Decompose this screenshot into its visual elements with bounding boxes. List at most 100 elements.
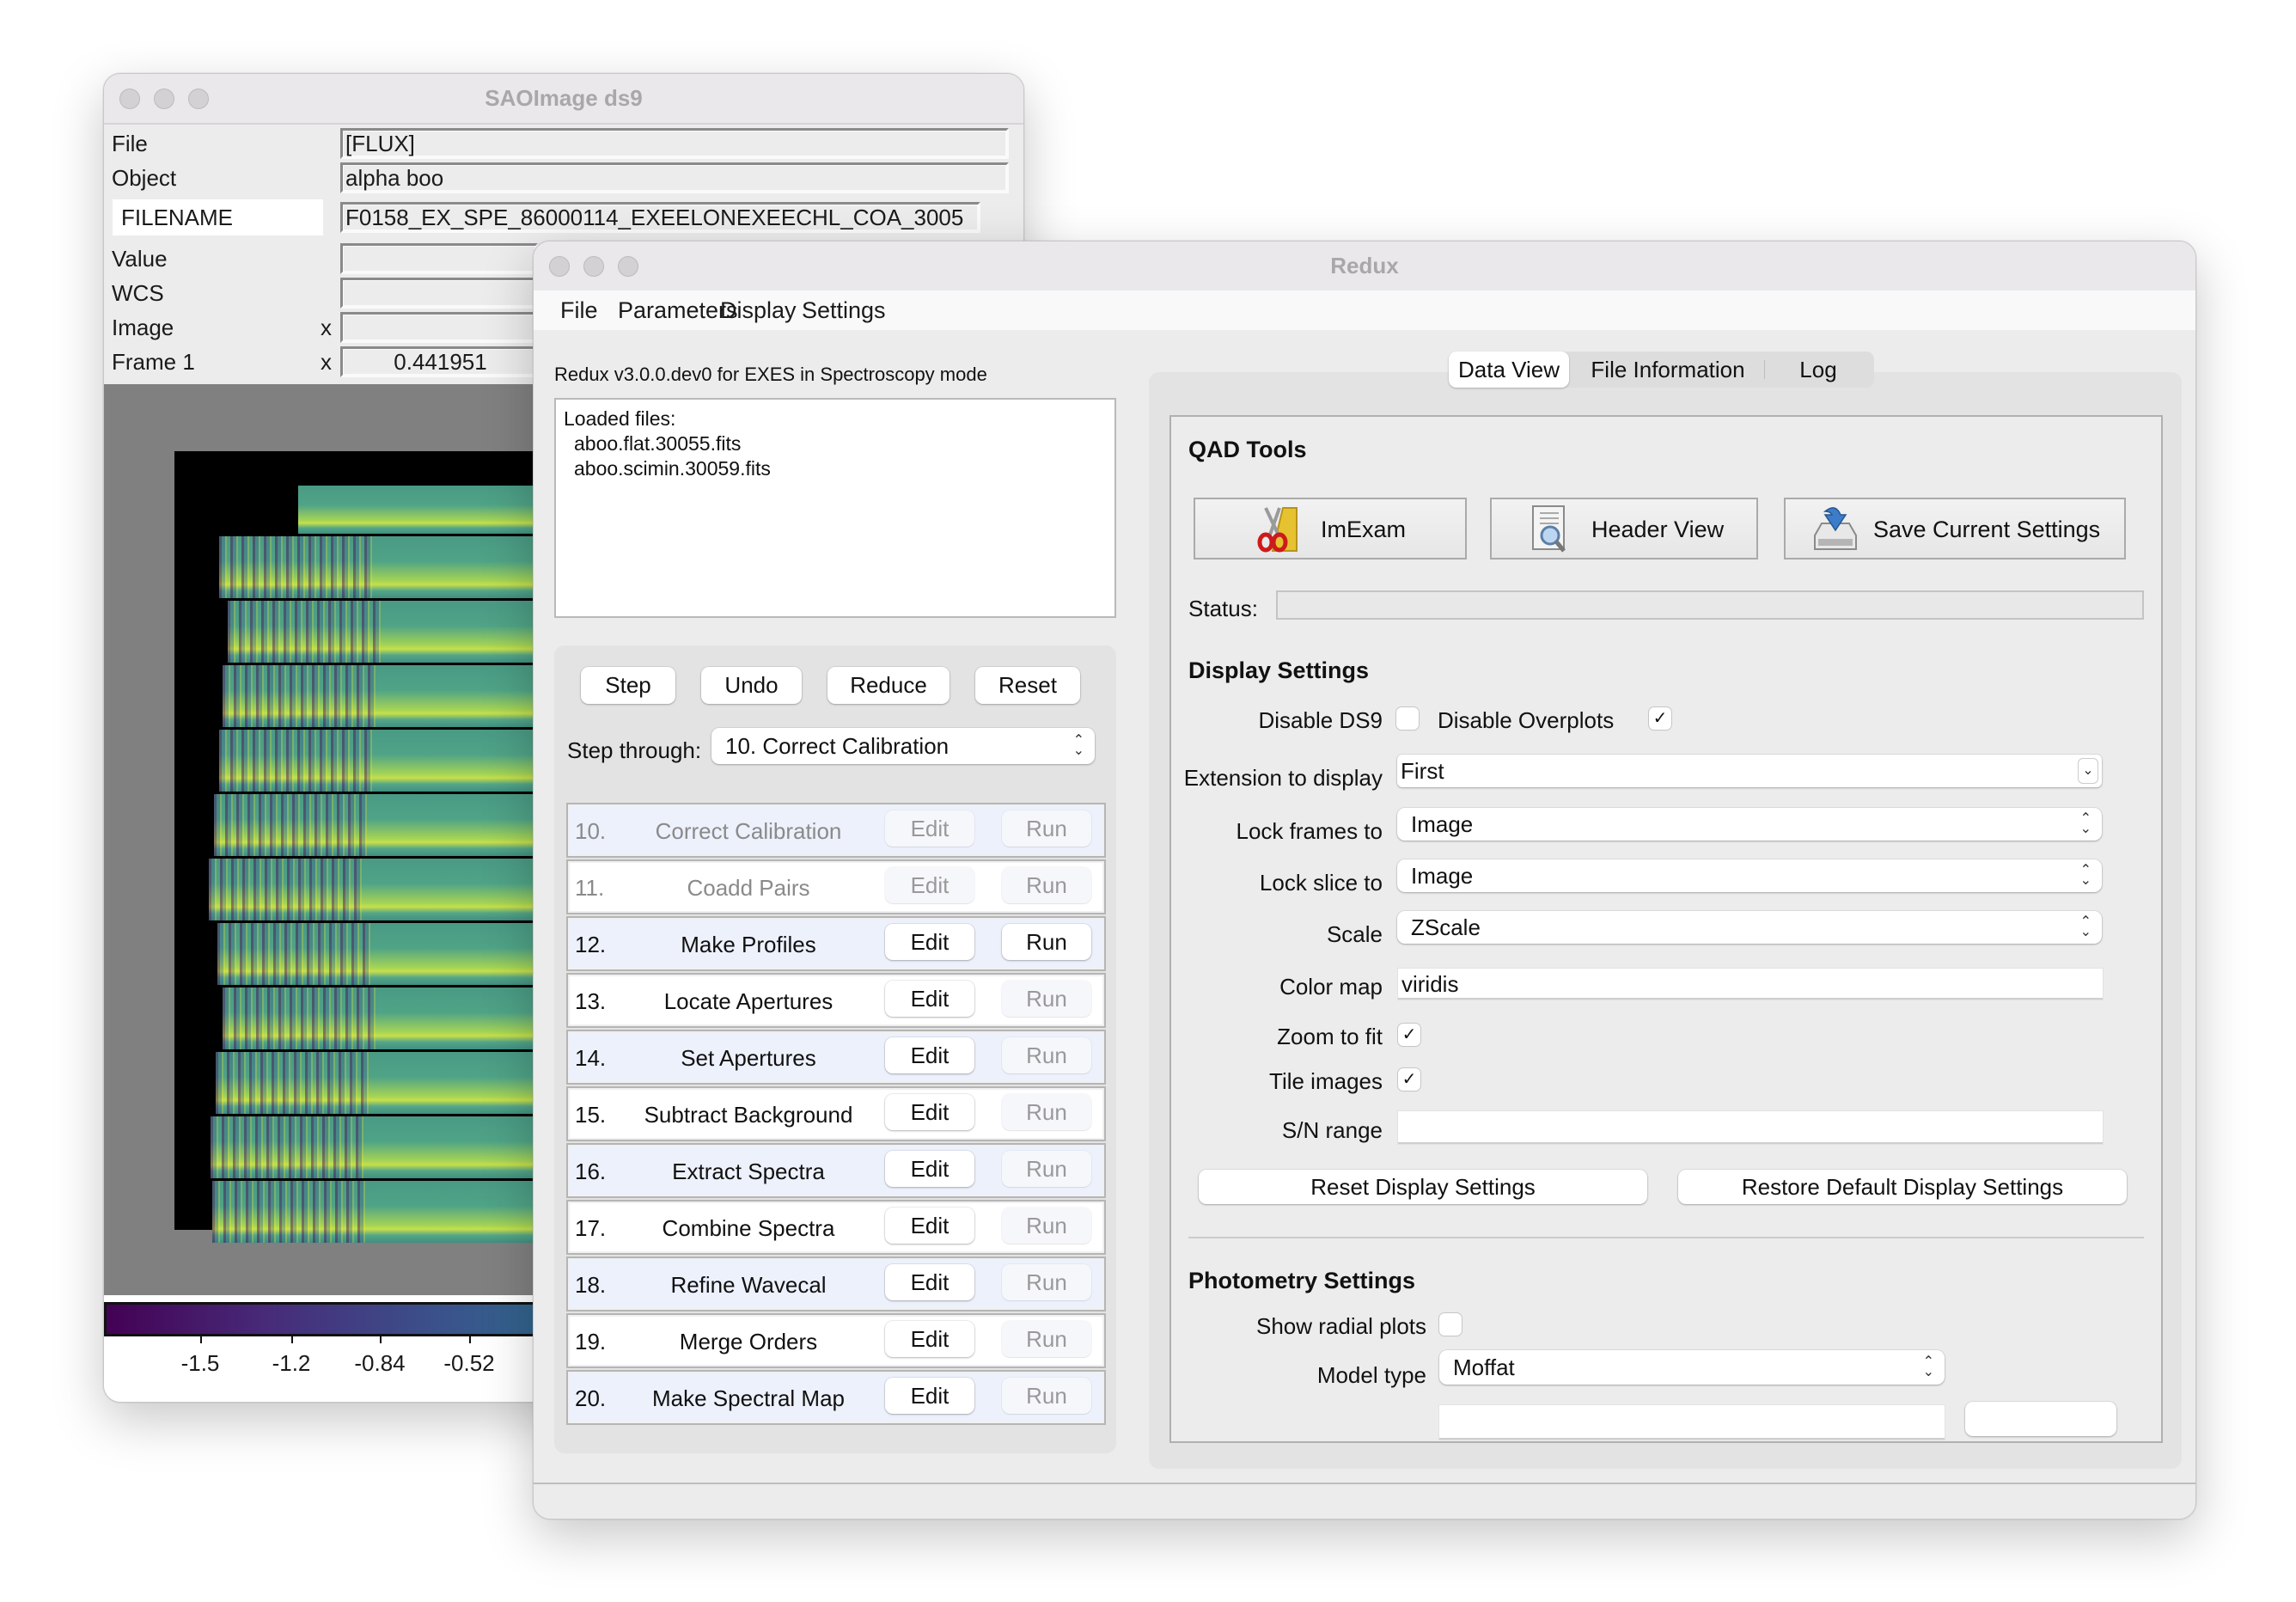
- data-view-scroll-area[interactable]: QAD Tools ImExam Header View Save Curren…: [1169, 415, 2163, 1443]
- tab-file-information[interactable]: File Information: [1578, 352, 1758, 388]
- step-edit-button[interactable]: Edit: [885, 1264, 974, 1300]
- menu-display[interactable]: Display: [720, 297, 797, 324]
- sn-range-input[interactable]: [1398, 1111, 2103, 1144]
- image-axis-label: x: [321, 315, 332, 340]
- header-view-label: Header View: [1591, 517, 1725, 542]
- save-download-icon: [1814, 507, 1857, 550]
- colorbar-tick-label: -0.52: [443, 1350, 495, 1376]
- extension-combobox[interactable]: First ⌄: [1397, 755, 2102, 787]
- step-run-button[interactable]: Run: [1002, 1378, 1091, 1414]
- zoom-to-fit-label: Zoom to fit: [1277, 1024, 1383, 1049]
- lock-frames-select[interactable]: Image ⌃ ⌄: [1397, 808, 2102, 841]
- step-run-button[interactable]: Run: [1002, 981, 1091, 1017]
- step-number: 14.: [575, 1045, 607, 1071]
- disable-ds9-checkbox[interactable]: [1396, 707, 1419, 730]
- status-label: Status:: [1188, 596, 1258, 621]
- scale-select[interactable]: ZScale ⌃ ⌄: [1397, 911, 2102, 944]
- step-edit-button[interactable]: Edit: [885, 1094, 974, 1130]
- filename-field: F0158_EX_SPE_86000114_EXEELONEXEECHL_COA…: [340, 202, 980, 233]
- checkmark-icon: ✓: [1652, 709, 1668, 728]
- step-run-button[interactable]: Run: [1002, 924, 1091, 960]
- step-run-button[interactable]: Run: [1002, 1208, 1091, 1244]
- step-edit-button[interactable]: Edit: [885, 1208, 974, 1244]
- window-title: Redux: [1330, 253, 1399, 278]
- restore-default-display-settings-button[interactable]: Restore Default Display Settings: [1678, 1170, 2127, 1204]
- loaded-file: aboo.scimin.30059.fits: [574, 457, 771, 480]
- zoom-to-fit-checkbox[interactable]: ✓: [1398, 1024, 1420, 1046]
- colorbar-tick-label: -1.2: [272, 1350, 311, 1376]
- imexam-label: ImExam: [1321, 517, 1407, 542]
- undo-button[interactable]: Undo: [701, 667, 802, 704]
- step-row: 20. Make Spectral Map Edit Run: [566, 1370, 1106, 1425]
- qad-tools-title: QAD Tools: [1188, 437, 1307, 462]
- order-noise-edge: [211, 1116, 365, 1178]
- step-edit-button[interactable]: Edit: [885, 1037, 974, 1073]
- step-edit-button[interactable]: Edit: [885, 810, 974, 847]
- order-noise-edge: [209, 859, 363, 920]
- imexam-button[interactable]: ImExam: [1194, 498, 1467, 559]
- step-edit-button[interactable]: Edit: [885, 867, 974, 903]
- redux-titlebar[interactable]: Redux: [534, 242, 2195, 292]
- dropdown-chevron-icon[interactable]: ⌄: [2078, 758, 2098, 784]
- lock-frames-value: Image: [1411, 811, 1474, 837]
- step-number: 18.: [575, 1272, 607, 1298]
- file-field: [FLUX]: [340, 128, 1009, 159]
- step-edit-button[interactable]: Edit: [885, 981, 974, 1017]
- lock-slice-select[interactable]: Image ⌃ ⌄: [1397, 859, 2102, 892]
- step-run-button[interactable]: Run: [1002, 810, 1091, 847]
- show-radial-plots-checkbox[interactable]: [1439, 1313, 1462, 1336]
- file-label: File: [112, 131, 148, 156]
- extension-value: First: [1401, 758, 1444, 784]
- step-run-button[interactable]: Run: [1002, 1151, 1091, 1187]
- keyword-selector[interactable]: FILENAME: [113, 199, 323, 235]
- step-number: 20.: [575, 1385, 607, 1411]
- lock-frames-label: Lock frames to: [1236, 818, 1383, 844]
- step-number: 17.: [575, 1215, 607, 1241]
- step-run-button[interactable]: Run: [1002, 1264, 1091, 1300]
- ds9-titlebar[interactable]: SAOImage ds9: [104, 74, 1023, 125]
- partial-input-field[interactable]: [1439, 1405, 1945, 1440]
- step-run-button[interactable]: Run: [1002, 1094, 1091, 1130]
- color-map-input[interactable]: viridis: [1398, 969, 2103, 1000]
- save-current-settings-button[interactable]: Save Current Settings: [1784, 498, 2126, 559]
- step-edit-button[interactable]: Edit: [885, 1378, 974, 1414]
- header-view-button[interactable]: Header View: [1490, 498, 1758, 559]
- disable-overplots-label: Disable Overplots: [1438, 707, 1615, 733]
- value-label: Value: [112, 246, 168, 272]
- menu-file[interactable]: File: [560, 297, 598, 324]
- order-noise-edge: [216, 1052, 370, 1114]
- step-button[interactable]: Step: [581, 667, 675, 704]
- step-run-button[interactable]: Run: [1002, 867, 1091, 903]
- reduce-button[interactable]: Reduce: [827, 667, 950, 704]
- step-name: Make Profiles: [681, 932, 816, 957]
- order-noise-edge: [223, 665, 377, 727]
- step-through-select[interactable]: 10. Correct Calibration ⌃ ⌄: [711, 728, 1095, 764]
- image-field: [340, 312, 538, 343]
- order-noise-edge: [228, 601, 382, 663]
- step-name: Set Apertures: [681, 1045, 816, 1071]
- reset-button[interactable]: Reset: [975, 667, 1080, 704]
- tile-images-checkbox[interactable]: ✓: [1398, 1068, 1420, 1091]
- step-edit-button[interactable]: Edit: [885, 1321, 974, 1357]
- loaded-file: aboo.flat.30055.fits: [574, 432, 742, 455]
- step-edit-button[interactable]: Edit: [885, 924, 974, 960]
- loaded-files-box[interactable]: Loaded files: aboo.flat.30055.fits aboo.…: [554, 398, 1116, 618]
- photometry-settings-title: Photometry Settings: [1188, 1268, 1416, 1293]
- step-row: 14. Set Apertures Edit Run: [566, 1030, 1106, 1085]
- tab-data-view[interactable]: Data View: [1449, 352, 1569, 388]
- updown-chevron-icon: ⌃ ⌄: [2079, 811, 2091, 836]
- tab-log[interactable]: Log: [1771, 352, 1865, 388]
- image-label: Image: [112, 315, 174, 340]
- loaded-files-header: Loaded files:: [564, 407, 676, 430]
- step-run-button[interactable]: Run: [1002, 1037, 1091, 1073]
- partial-button[interactable]: [1965, 1402, 2116, 1436]
- model-type-select[interactable]: Moffat ⌃ ⌄: [1439, 1350, 1945, 1385]
- disable-overplots-checkbox[interactable]: ✓: [1649, 707, 1671, 730]
- menu-settings[interactable]: Settings: [802, 297, 886, 324]
- step-edit-button[interactable]: Edit: [885, 1151, 974, 1187]
- colorbar-tick: [291, 1336, 293, 1343]
- step-name: Extract Spectra: [672, 1159, 825, 1184]
- reset-display-settings-button[interactable]: Reset Display Settings: [1199, 1170, 1647, 1204]
- step-run-button[interactable]: Run: [1002, 1321, 1091, 1357]
- lock-slice-label: Lock slice to: [1259, 870, 1383, 896]
